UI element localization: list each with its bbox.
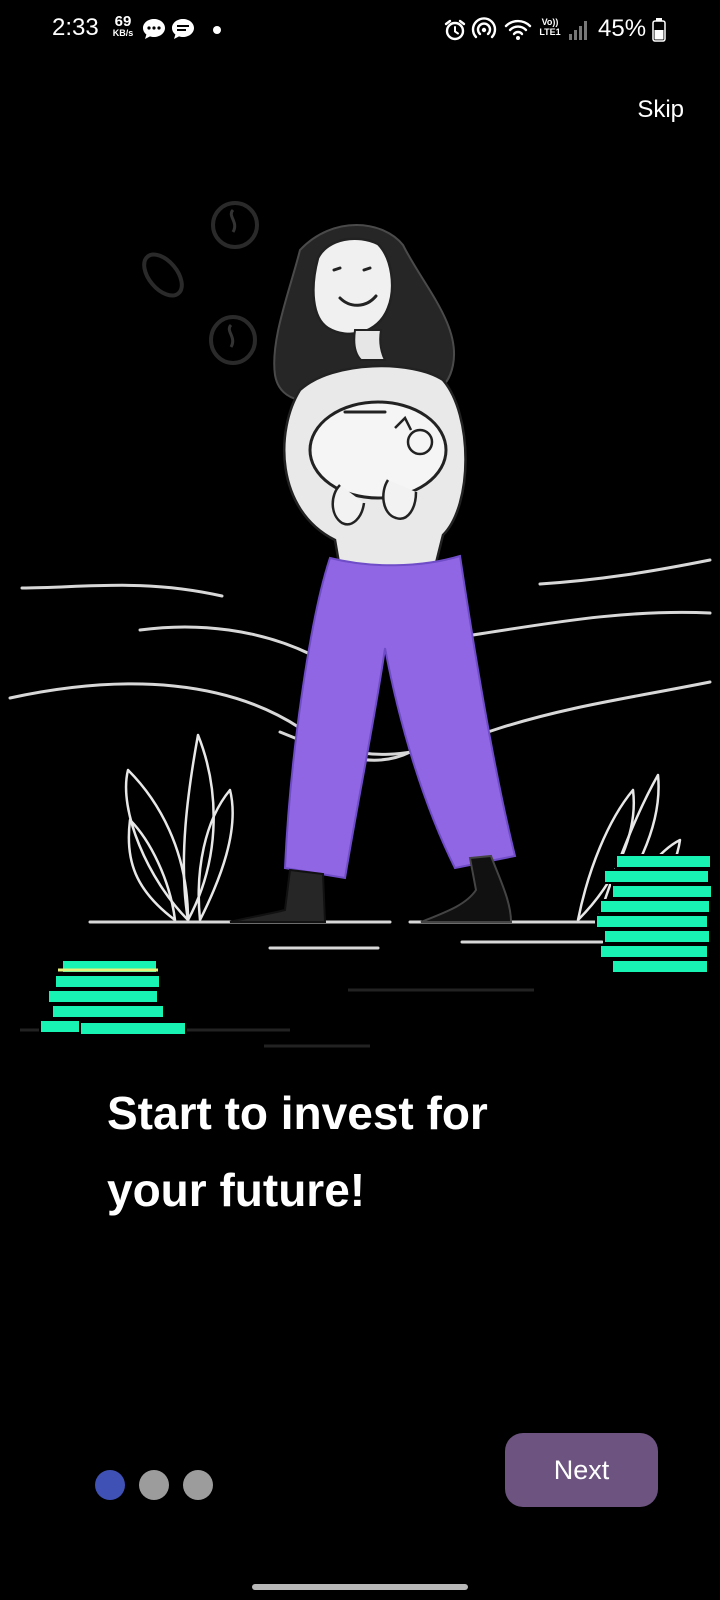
network-label-bottom: LTE1 [539,27,561,37]
floating-coin-icon [142,252,184,298]
status-time: 2:33 [52,14,99,41]
onboarding-headline: Start to invest for your future! [107,1075,647,1229]
floating-coin-icon [211,201,259,249]
headline-line-2: your future! [107,1164,366,1216]
next-button[interactable]: Next [505,1433,658,1507]
status-bar: 2:33 69 KB/s Vo)) LTE1 45% [0,0,720,60]
network-speed-value: 69 [114,13,132,30]
chat-icon [172,19,194,39]
battery-icon [652,18,666,42]
floating-coin-icon [209,315,257,365]
network-label-top: Vo)) [541,17,559,27]
alarm-icon [444,19,466,41]
page-dot-1[interactable] [95,1470,125,1500]
page-dot-2[interactable] [139,1470,169,1500]
investing-illustration [8,201,713,1048]
network-speed: 69 KB/s [110,14,136,38]
notification-dot-icon [213,26,221,34]
wifi-icon [504,19,532,40]
battery-percent: 45% [598,15,647,42]
gesture-nav-handle[interactable] [252,1584,468,1590]
headline-line-1: Start to invest for [107,1087,488,1139]
network-type: Vo)) LTE1 [538,17,562,37]
message-icon [143,19,165,39]
signal-icon [569,21,587,40]
network-speed-unit: KB/s [112,28,134,38]
page-indicator [95,1470,213,1502]
skip-button[interactable]: Skip [637,96,684,124]
page-dot-3[interactable] [183,1470,213,1500]
hotspot-icon [471,17,497,39]
coin-stack-right [595,854,713,974]
